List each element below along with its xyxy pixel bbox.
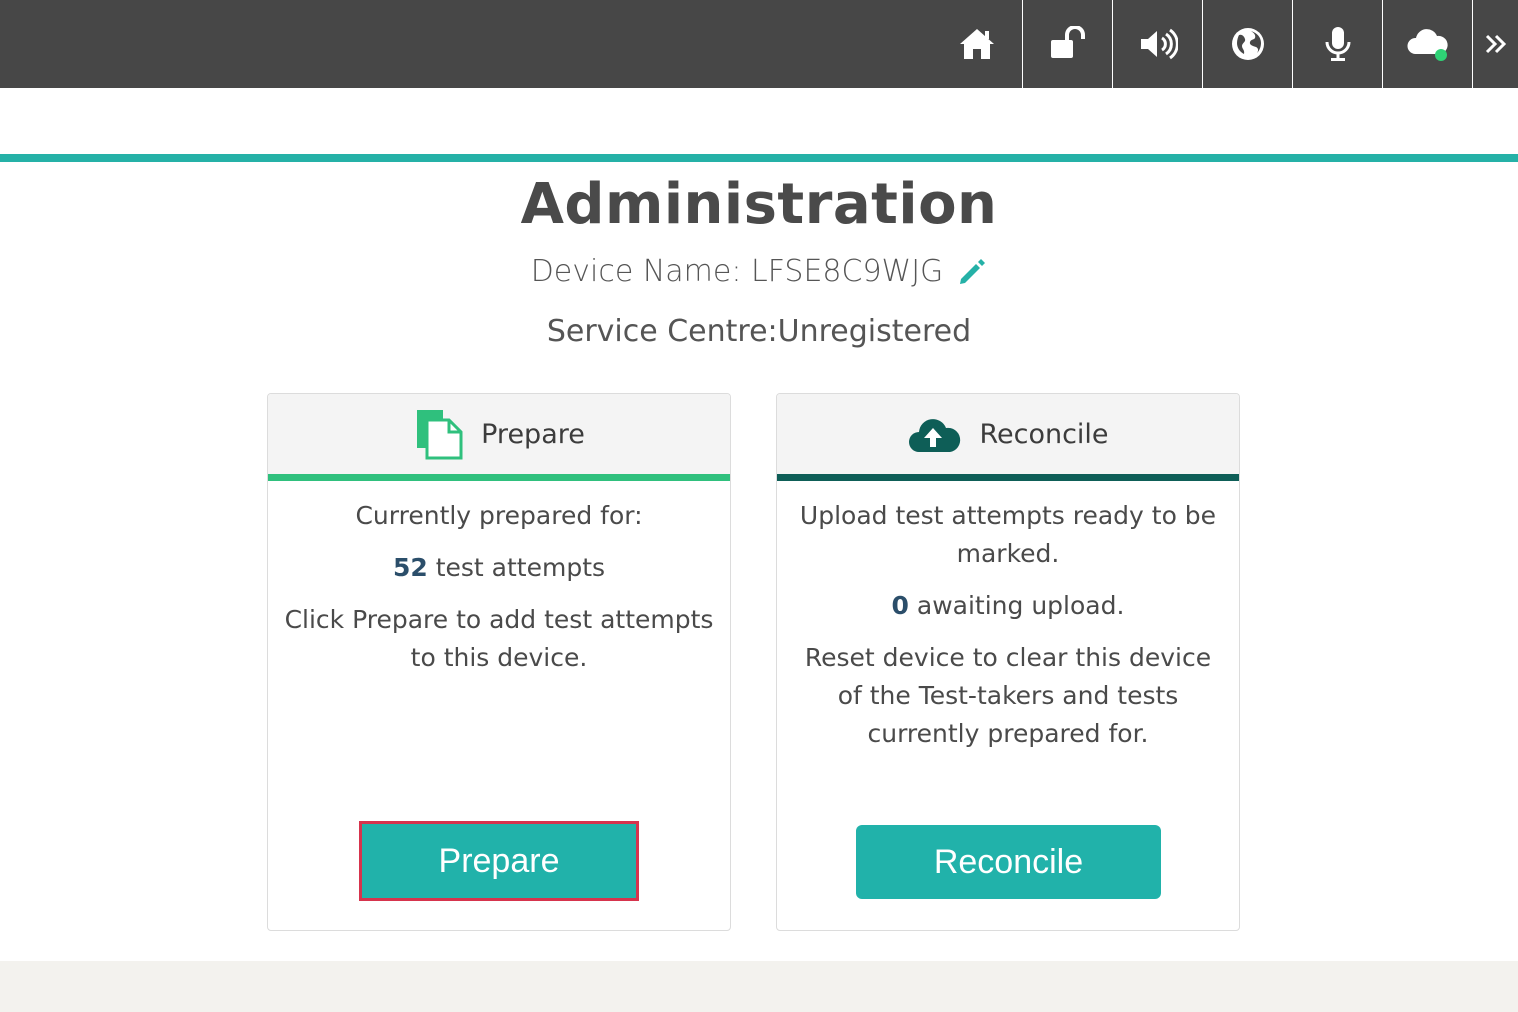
prepare-card-title: Prepare [481,418,585,450]
awaiting-upload-count: 0 [891,591,909,620]
prepare-card-accent-bar [268,474,730,481]
reconcile-card-header: Reconcile [777,394,1239,474]
reconcile-card-accent-bar [777,474,1239,481]
unlock-icon [1050,26,1085,58]
expand-toolbar-button[interactable] [1473,0,1518,88]
reset-instructions: Reset device to clear this device of the… [804,643,1212,748]
top-toolbar [0,0,1518,88]
cloud-status-icon [1406,29,1448,61]
service-centre-label: Service Centre: [546,314,778,349]
globe-icon [1231,28,1264,60]
volume-icon [1140,28,1178,60]
edit-device-name-button[interactable] [957,257,987,287]
prepare-status-text: Currently prepared for: [355,501,643,530]
double-chevron-right-icon [1485,34,1506,54]
reconcile-count-line: 0 awaiting upload. [791,587,1225,625]
language-button[interactable] [1203,0,1292,88]
cloud-upload-icon [909,419,961,452]
prepare-instructions: Click Prepare to add test attempts to th… [284,605,714,672]
pencil-icon [960,258,986,284]
prepare-button[interactable]: Prepare [359,821,639,901]
service-centre-value: Unregistered [777,314,972,349]
cloud-status-button[interactable] [1383,0,1472,88]
home-button[interactable] [933,0,1021,88]
prepare-card-header: Prepare [268,394,730,474]
reconcile-card-body: Upload test attempts ready to be marked.… [777,481,1239,753]
section-divider [0,154,1518,162]
prepare-count-line: 52 test attempts [282,549,716,587]
home-icon [960,29,994,59]
awaiting-upload-suffix: awaiting upload. [908,591,1125,620]
service-centre-line: Service Centre:Unregistered [0,314,1518,349]
microphone-button[interactable] [1293,0,1382,88]
device-name-line: Device Name: LFSE8C9WJG [0,254,1518,289]
reconcile-button[interactable]: Reconcile [856,825,1161,899]
prepared-count: 52 [392,553,428,582]
microphone-icon [1325,27,1350,61]
page-title: Administration [520,172,998,237]
reconcile-card-title: Reconcile [979,418,1109,450]
lock-button[interactable] [1023,0,1112,88]
footer [0,961,1518,1012]
device-name-value: LFSE8C9WJG [750,254,944,289]
reconcile-description: Upload test attempts ready to be marked. [799,501,1217,568]
device-name-label: Device Name: [530,254,742,289]
prepared-count-suffix: test attempts [427,553,606,582]
prepare-card-body: Currently prepared for: 52 test attempts… [268,481,730,677]
documents-icon [417,410,463,460]
volume-button[interactable] [1113,0,1202,88]
